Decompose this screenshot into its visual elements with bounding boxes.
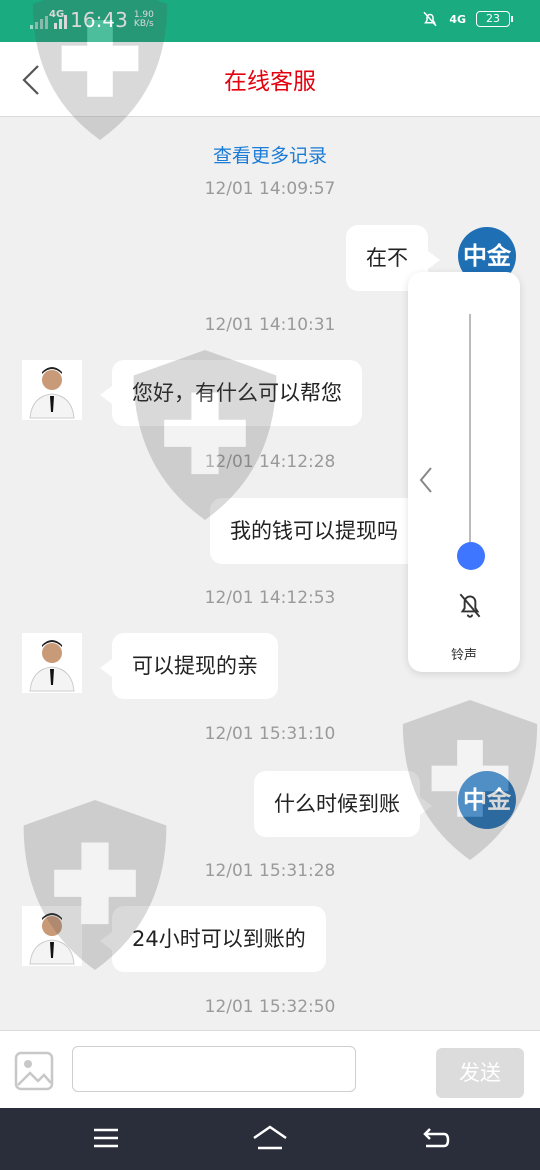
chevron-left-icon[interactable]: [418, 465, 434, 495]
timestamp: 12/01 15:31:10: [204, 724, 336, 744]
message-bubble-sent: 什么时候到账: [254, 771, 432, 837]
image-picker-icon[interactable]: [14, 1051, 54, 1091]
ringtone-label: 铃声: [450, 648, 477, 663]
send-button[interactable]: 发送: [436, 1048, 524, 1098]
volume-slider-track[interactable]: [469, 314, 471, 554]
volume-slider-knob[interactable]: [457, 542, 485, 570]
status-time: 16:43: [70, 8, 128, 32]
volume-panel[interactable]: 铃声: [408, 272, 520, 672]
timestamp: 12/01 15:31:28: [204, 861, 336, 881]
back-nav-icon[interactable]: [420, 1124, 450, 1152]
agent-avatar: [22, 633, 82, 693]
message-bubble-received: 24小时可以到账的: [100, 906, 326, 972]
input-bar: 发送: [0, 1030, 540, 1109]
menu-icon[interactable]: [92, 1124, 120, 1152]
agent-avatar: [22, 360, 82, 420]
agent-avatar: [22, 906, 82, 966]
timestamp: 12/01 15:32:50: [204, 997, 336, 1017]
agent-person-icon: [29, 640, 75, 692]
load-more-link[interactable]: 查看更多记录: [0, 141, 540, 168]
app-header: 在线客服: [0, 42, 540, 117]
status-bar: 4G 16:43 1.90 KB/s 4G 23: [0, 0, 540, 42]
bell-off-icon: [423, 11, 437, 27]
timestamp: 12/01 14:09:57: [204, 179, 336, 199]
system-nav-bar: [0, 1108, 540, 1170]
agent-person-icon: [29, 367, 75, 419]
home-icon[interactable]: [252, 1124, 288, 1152]
message-bubble-sent: 我的钱可以提现吗: [210, 498, 430, 564]
network-type-right: 4G: [449, 12, 466, 26]
signal-icon: [30, 11, 48, 29]
net-speed-unit: KB/s: [133, 19, 154, 29]
chat-area[interactable]: 查看更多记录 12/01 14:09:57 在不 中金 12/01 14:10:…: [0, 117, 540, 1030]
agent-person-icon: [29, 913, 75, 965]
battery-icon: 23: [476, 11, 513, 27]
message-bubble-received: 您好，有什么可以帮您: [100, 360, 362, 426]
bell-off-icon[interactable]: [457, 590, 483, 620]
network-type: 4G: [49, 9, 65, 20]
page-title: 在线客服: [224, 69, 316, 95]
message-input[interactable]: [72, 1046, 356, 1092]
message-bubble-received: 可以提现的亲: [100, 633, 278, 699]
user-avatar: 中金: [458, 771, 516, 829]
